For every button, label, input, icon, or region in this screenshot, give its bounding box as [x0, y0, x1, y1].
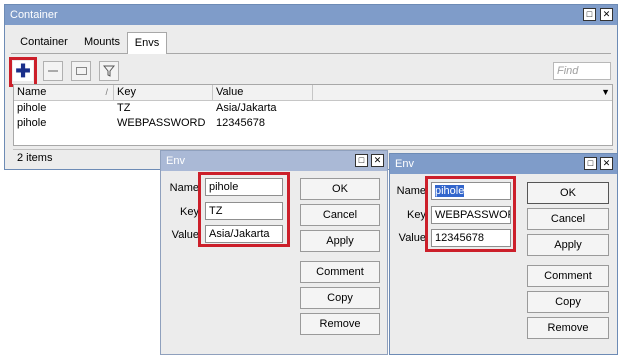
item-count: 2 items	[17, 152, 53, 164]
apply-button[interactable]: Apply	[527, 234, 609, 256]
remove-button[interactable]	[43, 61, 63, 81]
env-dialog-title: Env	[395, 158, 414, 170]
env-dialog-tz: Env □ ✕ Name Key Value pihole TZ Asia/Ja…	[160, 150, 388, 355]
env-dialog-webpassword: Env □ ✕ Name Key Value pihole WEBPASSWOF…	[389, 153, 618, 355]
env-dialog-title: Env	[166, 155, 185, 167]
dropdown-arrow-icon[interactable]: ▼	[601, 85, 610, 100]
copy-button[interactable]: Copy	[300, 287, 380, 309]
comment-button[interactable]: Comment	[300, 261, 380, 283]
maximize-icon[interactable]: □	[584, 157, 597, 170]
add-button[interactable]: ✚	[13, 61, 33, 81]
name-label: Name	[169, 182, 199, 194]
comment-icon	[75, 67, 87, 76]
key-label: Key	[407, 209, 426, 221]
cancel-button[interactable]: Cancel	[300, 204, 380, 226]
column-header-name[interactable]: Name /	[14, 85, 114, 100]
add-icon: ✚	[15, 61, 31, 81]
ok-button[interactable]: OK	[300, 178, 380, 200]
cell-name: pihole	[17, 102, 47, 114]
name-label: Name	[396, 185, 426, 197]
column-header-value[interactable]: Value	[213, 85, 313, 100]
table-header: Name / Key Value ▼	[14, 85, 612, 101]
column-header-key[interactable]: Key	[114, 85, 213, 100]
value-label: Value	[171, 229, 199, 241]
cell-key: TZ	[117, 102, 131, 114]
container-window: Container □ ✕ Container Mounts Envs ✚ Fi…	[4, 4, 618, 170]
value-label: Value	[398, 232, 426, 244]
cell-value: Asia/Jakarta	[216, 102, 277, 114]
close-icon[interactable]: ✕	[600, 8, 613, 21]
remove-button[interactable]: Remove	[527, 317, 609, 339]
close-icon[interactable]: ✕	[600, 157, 613, 170]
name-field[interactable]: pihole	[431, 182, 511, 200]
comment-button[interactable]	[71, 61, 91, 81]
cell-name: pihole	[17, 117, 47, 129]
tab-envs[interactable]: Envs	[127, 32, 167, 54]
close-icon[interactable]: ✕	[371, 154, 384, 167]
tab-mounts[interactable]: Mounts	[77, 32, 127, 52]
tab-container[interactable]: Container	[13, 32, 75, 52]
filter-button[interactable]	[99, 61, 119, 81]
cell-key: WEBPASSWORD	[117, 117, 206, 129]
table-row[interactable]: pihole TZ Asia/Jakarta	[14, 101, 612, 116]
key-field[interactable]: TZ	[205, 202, 283, 220]
remove-button[interactable]: Remove	[300, 313, 380, 335]
key-field[interactable]: WEBPASSWOF	[431, 206, 511, 224]
copy-button[interactable]: Copy	[527, 291, 609, 313]
value-field[interactable]: 12345678	[431, 229, 511, 247]
apply-button[interactable]: Apply	[300, 230, 380, 252]
comment-button[interactable]: Comment	[527, 265, 609, 287]
container-titlebar[interactable]: Container □ ✕	[5, 5, 617, 25]
value-field[interactable]: Asia/Jakarta	[205, 225, 283, 243]
maximize-icon[interactable]: □	[583, 8, 596, 21]
table-row[interactable]: pihole WEBPASSWORD 12345678	[14, 116, 612, 131]
ok-button[interactable]: OK	[527, 182, 609, 204]
env-dialog-titlebar[interactable]: Env □ ✕	[390, 154, 617, 174]
tab-bar: Container Mounts Envs	[11, 32, 611, 54]
container-title: Container	[10, 9, 58, 21]
cell-value: 12345678	[216, 117, 265, 129]
env-table: Name / Key Value ▼ pihole TZ Asia/Jakart…	[13, 84, 613, 146]
find-input[interactable]: Find	[553, 62, 611, 80]
key-label: Key	[180, 206, 199, 218]
maximize-icon[interactable]: □	[355, 154, 368, 167]
remove-icon	[48, 70, 58, 73]
filter-icon	[102, 65, 116, 77]
sort-arrow-icon: /	[105, 87, 108, 97]
env-dialog-titlebar[interactable]: Env □ ✕	[161, 151, 387, 171]
name-field[interactable]: pihole	[205, 178, 283, 196]
cancel-button[interactable]: Cancel	[527, 208, 609, 230]
selected-text: pihole	[435, 185, 465, 197]
